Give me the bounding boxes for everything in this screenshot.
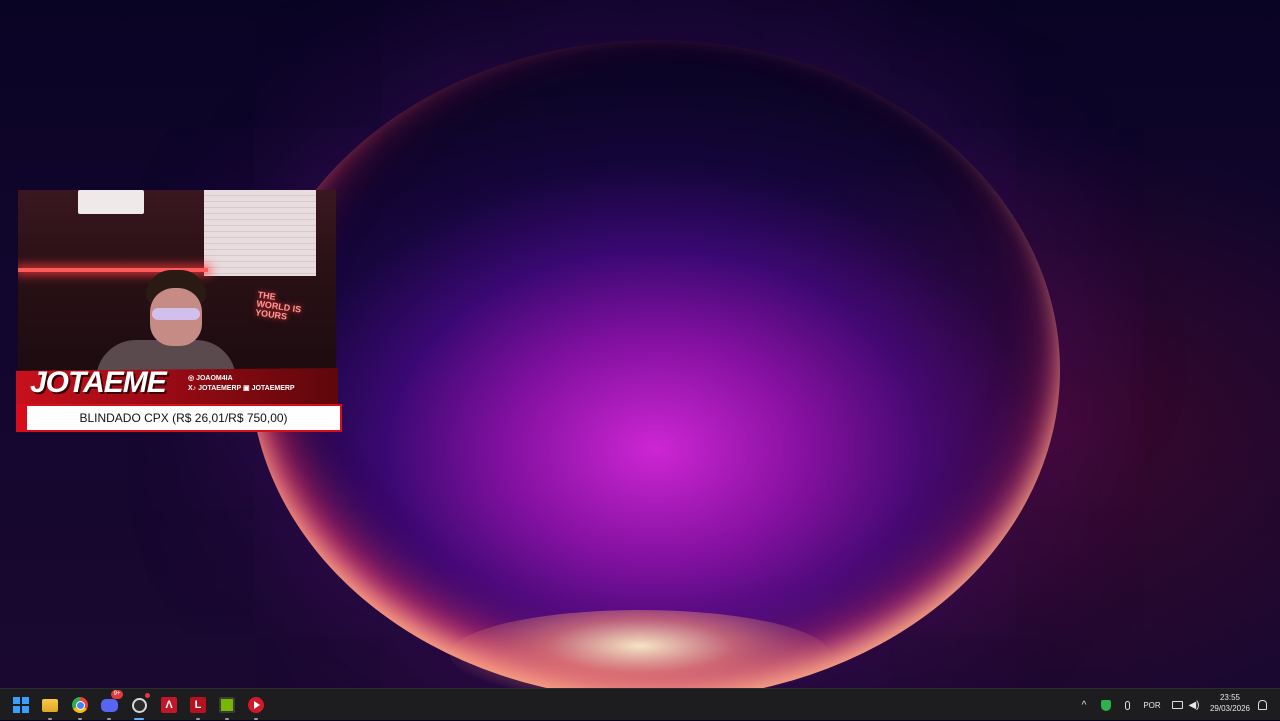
stream-webcam-overlay: THE WORLD IS YOURS JOTAEME ◎ JOAOM4IA X♪… (16, 190, 342, 432)
folder-icon (42, 698, 58, 712)
nvidia-icon (219, 697, 235, 713)
language-label: POR (1143, 700, 1161, 710)
file-explorer-button[interactable] (38, 693, 62, 720)
security-tray-button[interactable] (1097, 689, 1115, 721)
obs-icon (131, 697, 147, 713)
red-a-icon: Λ (161, 697, 177, 713)
discord-badge: 9+ (111, 690, 123, 699)
window-blinds (204, 190, 316, 276)
show-hidden-icons-button[interactable]: ^ (1076, 689, 1092, 721)
notifications-button[interactable] (1254, 689, 1270, 721)
start-button[interactable] (9, 693, 33, 717)
obs-button[interactable] (127, 693, 151, 720)
microphone-tray-button[interactable] (1119, 689, 1135, 721)
notification-bell-icon (1257, 700, 1267, 710)
volume-tray-button[interactable]: ◀) (1186, 689, 1202, 721)
neon-sign: THE WORLD IS YOURS (254, 289, 302, 322)
nvidia-button[interactable] (215, 693, 239, 720)
instagram-handle: JOAOM4IA (196, 375, 233, 382)
streamer-name: JOTAEME (30, 366, 167, 399)
chrome-icon (72, 697, 88, 713)
kick-handle: JOTAEMERP (251, 385, 295, 392)
instagram-icon: ◎ (188, 375, 197, 382)
streamer-figure (86, 270, 236, 380)
social-handles: ◎ JOAOM4IA X♪ JOTAEMERP ▣ JOTAEMERP (188, 374, 295, 394)
red-l-app-button[interactable]: L (186, 693, 210, 720)
air-conditioner (78, 190, 144, 214)
network-icon (1171, 701, 1183, 709)
taskbar: 9+ Λ L ^ POR ◀) 23:55 29/03/2026 (0, 688, 1280, 720)
language-indicator[interactable]: POR (1140, 689, 1164, 721)
windows-icon (13, 697, 29, 713)
microphone-icon (1124, 700, 1130, 710)
shield-check-icon (1101, 699, 1111, 711)
discord-icon (100, 698, 118, 712)
red-l-icon: L (190, 697, 206, 713)
speaker-icon: ◀) (1188, 699, 1200, 711)
kick-icon: ▣ (243, 385, 252, 392)
chrome-button[interactable] (68, 693, 92, 720)
x-tiktok-handle: JOTAEMERP (198, 385, 242, 392)
wallpaper-orb-rim (250, 40, 1060, 688)
media-player-button[interactable] (244, 693, 268, 720)
desktop-wallpaper: THE WORLD IS YOURS JOTAEME ◎ JOAOM4IA X♪… (0, 0, 1280, 688)
play-icon (248, 697, 264, 713)
x-tiktok-icon: X♪ (188, 385, 199, 392)
goal-ticker-text: BLINDADO CPX (R$ 26,01/R$ 750,00) (27, 406, 340, 430)
network-tray-button[interactable] (1169, 689, 1185, 721)
chevron-up-icon: ^ (1081, 699, 1087, 711)
clock-time: 23:55 (1219, 693, 1241, 702)
clock-date: 29/03/2026 (1209, 704, 1251, 713)
webcam-feed: THE WORLD IS YOURS (18, 190, 336, 380)
red-a-app-button[interactable]: Λ (157, 693, 181, 717)
clock-button[interactable]: 23:55 29/03/2026 (1204, 692, 1256, 714)
discord-button[interactable]: 9+ (97, 690, 123, 720)
